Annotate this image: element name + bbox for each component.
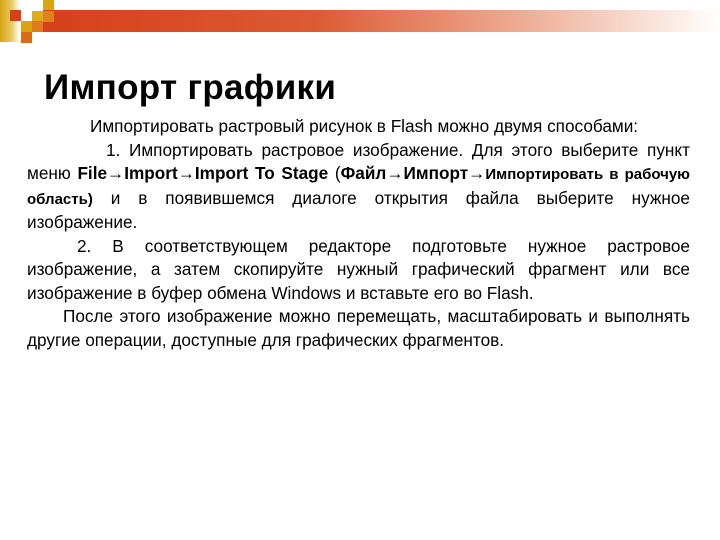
- deco-square-orange: [32, 21, 43, 32]
- header-gradient-bar: [43, 10, 720, 32]
- conclusion-paragraph: После этого изображение можно перемещать…: [27, 306, 690, 350]
- deco-square-gold: [21, 21, 32, 32]
- menu-path-english: File→Import→Import To Stage: [77, 163, 329, 183]
- header-decoration: [0, 0, 720, 50]
- item-1-paragraph: 1. Импортировать растровое изображение. …: [27, 139, 690, 235]
- item-2-paragraph: 2. В соответствующем редакторе подготовь…: [27, 235, 690, 303]
- deco-square-red: [10, 10, 21, 21]
- intro-paragraph: Импортировать растровый рисунок в Flash …: [90, 116, 639, 136]
- gold-gradient-column: [0, 0, 20, 42]
- slide-title: Импорт графики: [44, 68, 337, 107]
- deco-square-orange: [21, 32, 32, 43]
- deco-square-orange: [43, 11, 54, 22]
- slide-body: Импортировать растровый рисунок в Flash …: [27, 115, 690, 352]
- paren-open: (: [328, 163, 341, 183]
- menu-path-russian: Файл→Импорт→: [340, 163, 486, 183]
- item-1-tail: и в появившемся диалоге открытия файла в…: [27, 187, 690, 233]
